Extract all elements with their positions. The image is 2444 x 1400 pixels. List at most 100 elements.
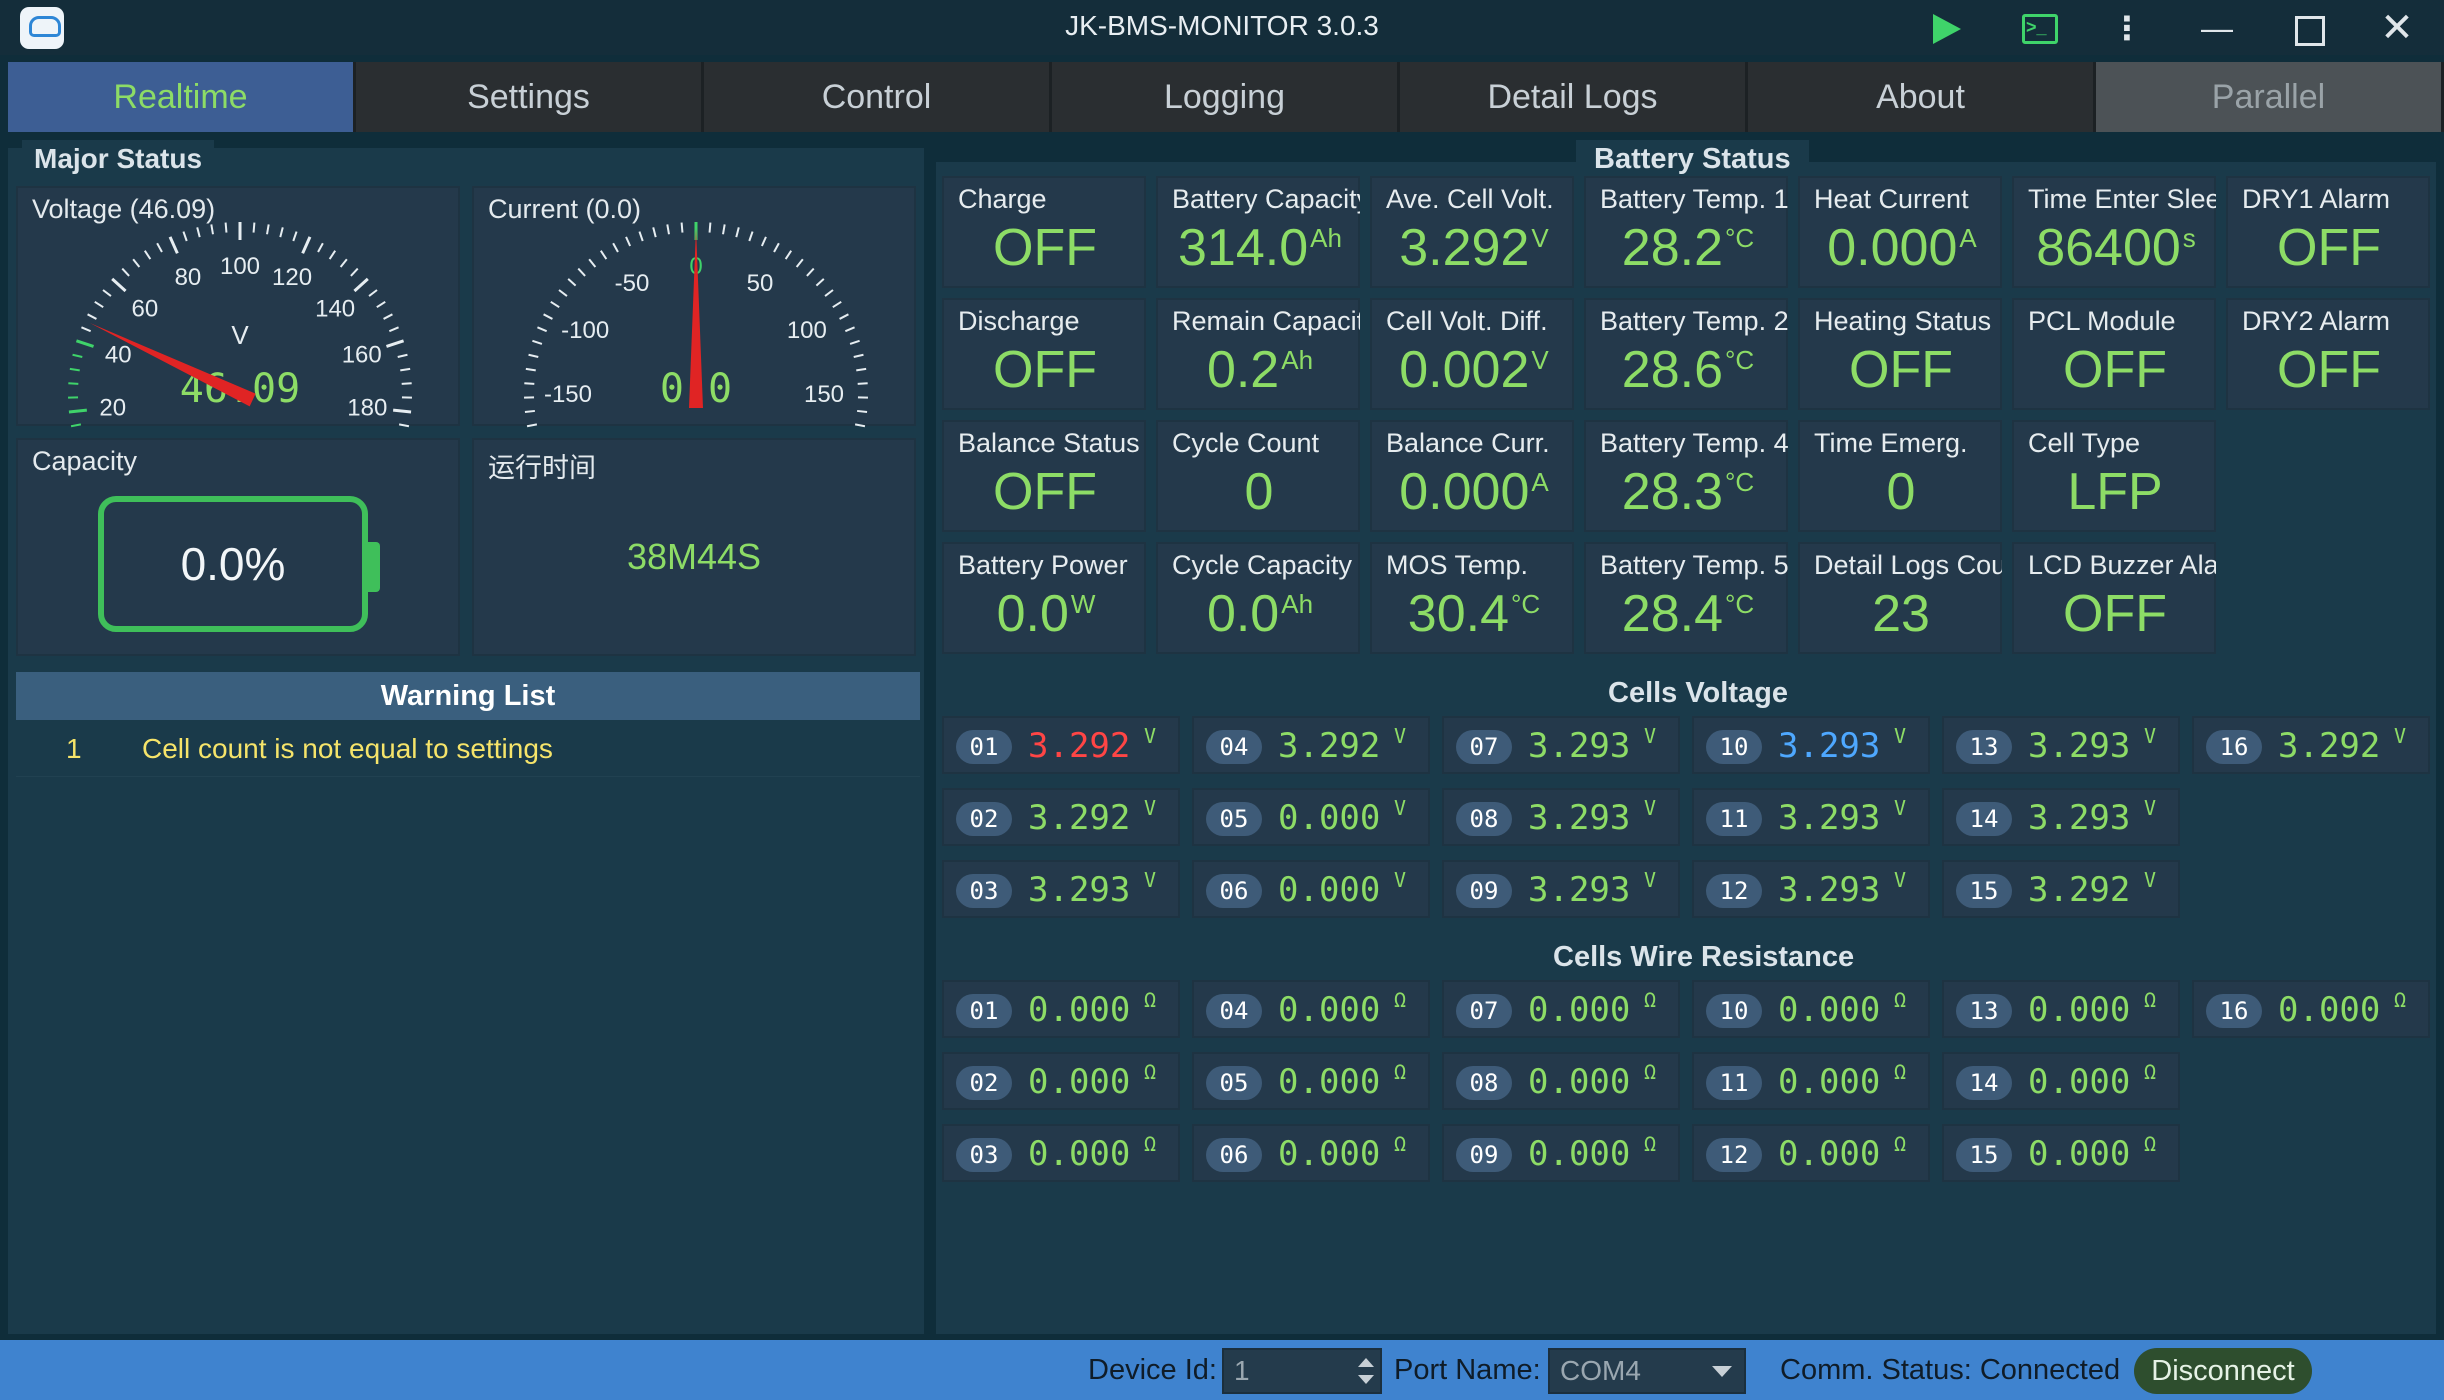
battery-status-number: 28.3 [1621, 463, 1724, 521]
gauge-tick [532, 339, 543, 345]
battery-status-label: Discharge [958, 306, 1080, 336]
gauge-tick [849, 339, 860, 345]
current-gauge: -200-150-100-500501001502000.0 [524, 222, 868, 428]
cell-index-badge: 10 [1706, 994, 1762, 1028]
gauge-tick [279, 227, 284, 238]
battery-status-number: 23 [1872, 585, 1930, 643]
cell-value: 0.000 [1778, 1062, 1881, 1102]
cell-value: 3.293 [1778, 798, 1881, 838]
gauge-tick [69, 367, 80, 372]
capacity-card: Capacity 0.0% [16, 438, 460, 656]
battery-status-value: OFF [2228, 340, 2432, 400]
cell-index-badge: 01 [956, 994, 1012, 1028]
gauge-tick [528, 353, 539, 358]
battery-status-card: Ave. Cell Volt. 3.292V [1370, 176, 1574, 288]
cell-resistance-item: 14 0.000 Ω [1942, 1052, 2180, 1110]
battery-status-label: Balance Status [958, 428, 1140, 458]
port-name-select[interactable]: COM4 [1548, 1348, 1746, 1394]
cell-value: 0.000 [2028, 1134, 2131, 1174]
cell-index-badge: 08 [1456, 802, 1512, 836]
cell-index-badge: 14 [1956, 802, 2012, 836]
battery-status-value: 0.002V [1372, 340, 1576, 400]
battery-status-label: PCL Module [2028, 306, 2176, 336]
battery-status-card: DRY1 Alarm OFF [2226, 176, 2430, 288]
cell-value: 3.293 [2028, 726, 2131, 766]
battery-status-value: OFF [2228, 218, 2432, 278]
battery-status-value: LFP [2014, 462, 2218, 522]
more-menu-icon[interactable]: ⋮ [2102, 8, 2152, 48]
warning-index: 1 [66, 733, 82, 764]
console-icon[interactable] [2012, 8, 2062, 48]
cell-unit: V [1394, 868, 1407, 892]
tab-settings[interactable]: Settings [356, 62, 704, 132]
cell-value: 0.000 [1278, 1134, 1381, 1174]
battery-status-value: 0.000A [1372, 462, 1576, 522]
spin-down-icon[interactable] [1358, 1375, 1374, 1384]
battery-status-title: Battery Status [1576, 140, 1809, 178]
status-bar: Device Id: 1 Port Name: COM4 Comm. Statu… [0, 1340, 2444, 1400]
gauge-tick-label: 100 [787, 317, 827, 344]
chevron-down-icon[interactable] [1712, 1366, 1732, 1377]
battery-status-label: Detail Logs Count [1814, 550, 2002, 580]
warning-row[interactable]: 1 Cell count is not equal to settings [16, 726, 920, 777]
battery-icon: 0.0% [98, 496, 368, 632]
cell-index-badge: 11 [1706, 802, 1762, 836]
gauge-tick [70, 423, 82, 428]
cell-index-badge: 15 [1956, 874, 2012, 908]
battery-status-label: Time Emerg. [1814, 428, 1968, 458]
runtime-card: 运行时间 38M44S [472, 438, 916, 656]
battery-status-number: 0.000 [1399, 463, 1530, 521]
cell-value: 3.292 [1028, 726, 1131, 766]
tab-detail-logs[interactable]: Detail Logs [1400, 62, 1748, 132]
cell-unit: V [1644, 724, 1657, 748]
tab-logging[interactable]: Logging [1052, 62, 1400, 132]
gauge-tick [526, 423, 538, 428]
cell-value: 3.292 [1028, 798, 1131, 838]
gauge-tick [94, 300, 104, 309]
play-icon[interactable] [1918, 8, 1968, 48]
battery-status-unit: Ah [1281, 588, 1314, 619]
tab-realtime[interactable]: Realtime [8, 62, 356, 132]
gauge-tick [558, 289, 568, 297]
battery-status-number: 3.292 [1399, 219, 1530, 277]
battery-status-unit: s [2182, 222, 2196, 253]
gauge-tick [397, 353, 408, 358]
close-icon[interactable]: ✕ [2372, 8, 2422, 48]
tab-control[interactable]: Control [704, 62, 1052, 132]
gauge-tick [398, 423, 410, 428]
disconnect-button[interactable]: Disconnect [2134, 1348, 2312, 1394]
battery-status-card: Cell Type LFP [2012, 420, 2216, 532]
cell-voltage-item: 15 3.292 V [1942, 860, 2180, 918]
gauge-tick [854, 423, 866, 428]
maximize-icon[interactable] [2282, 8, 2332, 48]
spin-up-icon[interactable] [1358, 1358, 1374, 1367]
tab-parallel[interactable]: Parallel [2096, 62, 2444, 132]
gauge-tick [524, 382, 535, 385]
cell-voltage-item: 06 0.000 V [1192, 860, 1430, 918]
battery-status-value: OFF [944, 218, 1148, 278]
cell-index-badge: 06 [1206, 1138, 1262, 1172]
battery-status-value: OFF [944, 340, 1148, 400]
battery-status-label: Cycle Count [1172, 428, 1320, 458]
minimize-icon[interactable]: — [2192, 8, 2242, 48]
gauge-tick [784, 250, 793, 260]
gauge-tick [350, 267, 359, 277]
gauge-tick [735, 227, 740, 238]
cell-voltage-item: 03 3.293 V [942, 860, 1180, 918]
battery-status-number: 0.2 [1206, 341, 1280, 399]
tab-about[interactable]: About [1748, 62, 2096, 132]
gauge-tick [857, 409, 868, 413]
battery-status-number: 0.000 [1827, 219, 1958, 277]
gauge-tick-label: 120 [272, 264, 312, 291]
gauge-tick [72, 353, 83, 358]
gauge-tick [525, 367, 536, 372]
battery-status-label: Ave. Cell Volt. [1386, 184, 1554, 214]
cell-index-badge: 13 [1956, 994, 2012, 1028]
cell-voltage-item: 04 3.292 V [1192, 716, 1430, 774]
gauge-tick-label: 140 [315, 295, 355, 322]
gauge-tick [832, 300, 842, 309]
cell-value: 0.000 [1028, 990, 1131, 1030]
gauge-tick [567, 278, 577, 287]
device-id-stepper[interactable]: 1 [1222, 1348, 1382, 1394]
battery-status-label: LCD Buzzer Alarm [2028, 550, 2216, 580]
